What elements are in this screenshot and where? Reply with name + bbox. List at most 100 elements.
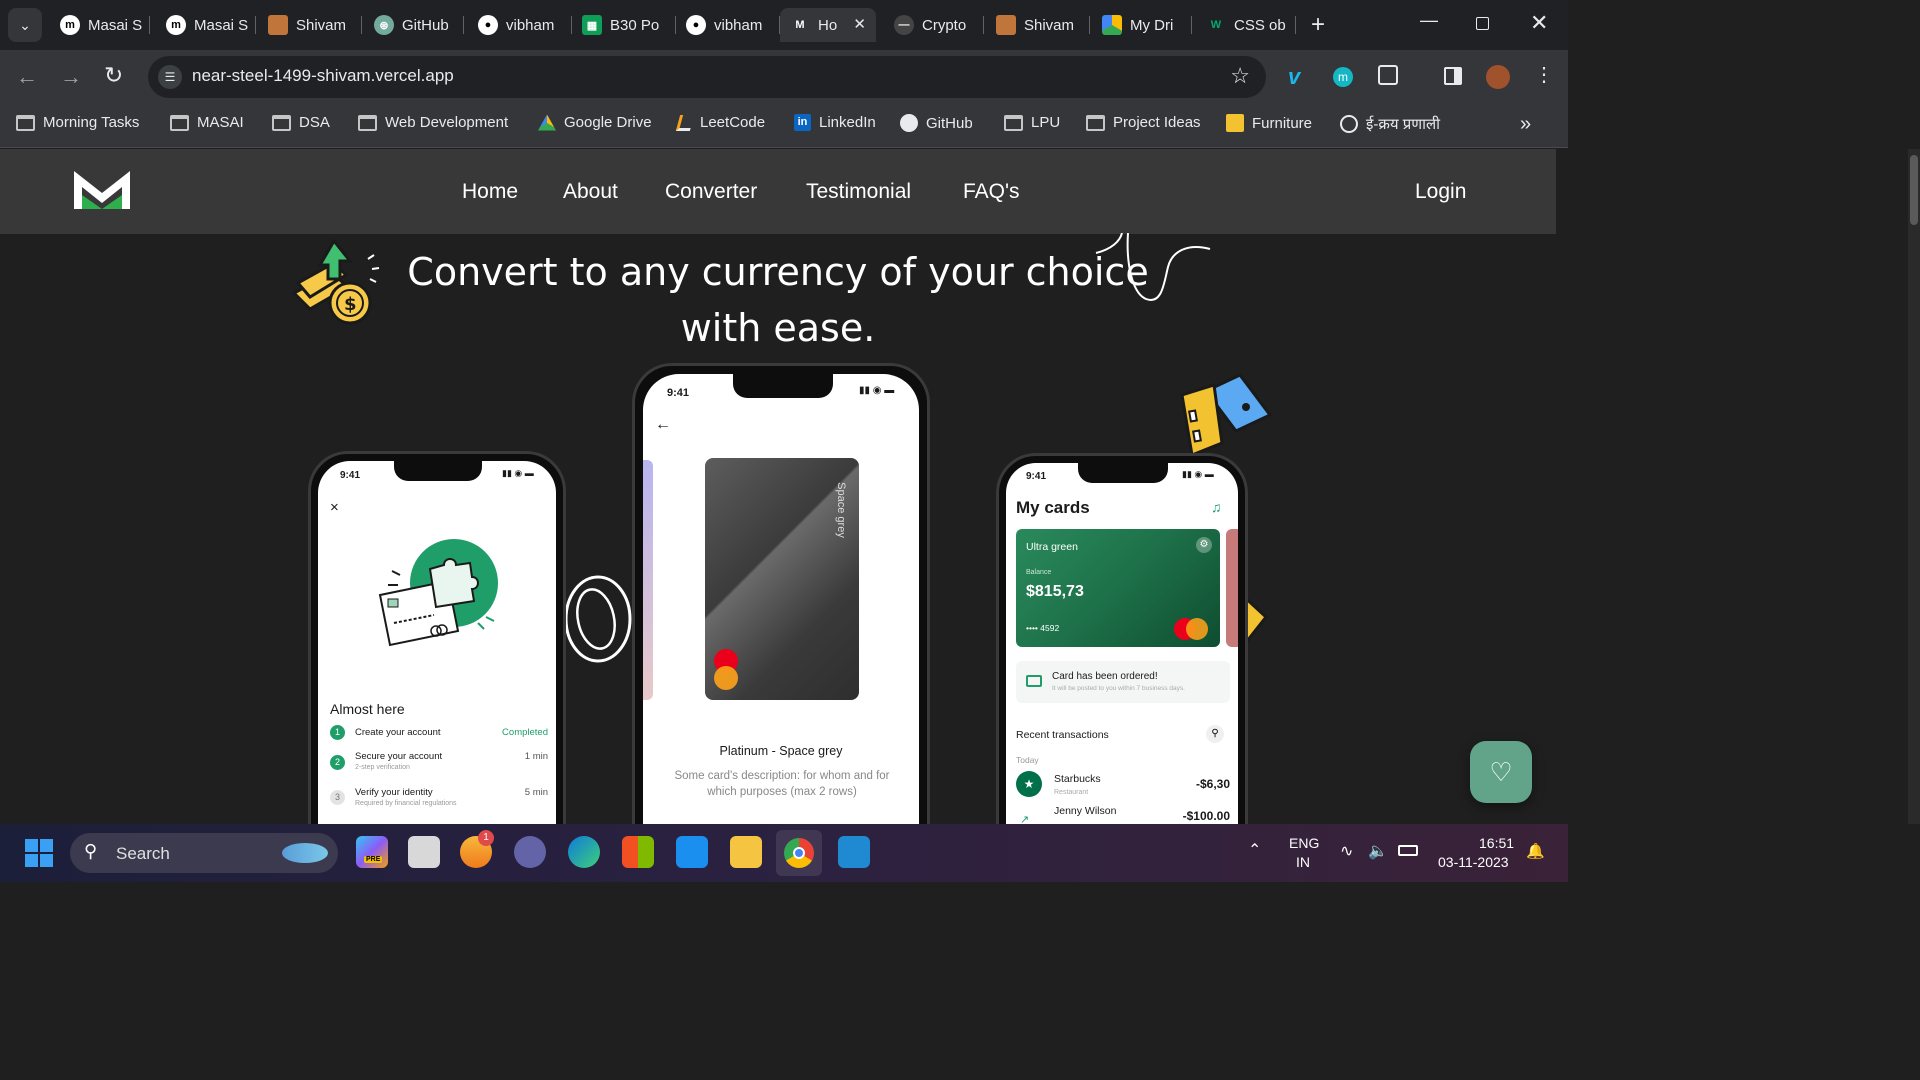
ultra-green-card[interactable]: Ultra green ⚙ Balance $815,73 •••• 4592 <box>1016 529 1220 647</box>
masai-extension-icon[interactable]: m <box>1333 67 1353 87</box>
scrollbar-thumb[interactable] <box>1910 155 1918 225</box>
bookmark-label: LeetCode <box>700 114 766 131</box>
chrome-icon[interactable] <box>776 830 822 876</box>
bookmark-label: Morning Tasks <box>43 114 140 131</box>
reload-button[interactable]: ↻ <box>104 62 123 89</box>
bookmark-leetcode[interactable]: LeetCode <box>675 114 766 131</box>
mail-icon[interactable] <box>676 836 708 868</box>
step-subtitle: 2-step verification <box>355 764 410 771</box>
tab-search-button[interactable]: ⌄ <box>8 8 42 42</box>
vscode-icon[interactable] <box>838 836 870 868</box>
edge-icon[interactable] <box>568 836 600 868</box>
recent-transactions-heading: Recent transactions <box>1016 729 1109 741</box>
tab-9[interactable]: Shivam <box>986 8 1090 42</box>
microsoft-store-icon[interactable] <box>622 836 654 868</box>
status-icons: ▮▮ ◉ ▬ <box>1182 469 1214 479</box>
minimize-button[interactable]: — <box>1420 10 1440 40</box>
step-row[interactable]: 2 Secure your account 2-step verificatio… <box>330 751 548 777</box>
transaction-row[interactable]: ↗ Jenny Wilson -$100.00 <box>1016 803 1230 824</box>
transaction-row[interactable]: ★ Starbucks Restaurant -$6,30 <box>1016 769 1230 799</box>
tab-title: B30 Po <box>610 16 660 34</box>
mastercard-icon <box>1174 618 1208 640</box>
space-grey-card[interactable]: Space grey <box>705 458 859 700</box>
tab-11[interactable]: W CSS ob <box>1196 8 1296 42</box>
order-notice[interactable]: Card has been ordered! It will be posted… <box>1016 661 1230 703</box>
settings-icon[interactable]: ⚙ <box>1196 537 1212 553</box>
back-arrow-icon[interactable]: ← <box>655 416 671 434</box>
bookmark-folder[interactable]: Project Ideas <box>1086 114 1201 131</box>
menu-icon[interactable]: ⋮ <box>1534 62 1554 87</box>
login-link[interactable]: Login <box>1415 180 1466 204</box>
tab-5[interactable]: ▦ B30 Po <box>572 8 676 42</box>
task-view-icon[interactable] <box>408 836 440 868</box>
tab-7[interactable]: M Ho ✕ <box>780 8 876 42</box>
tab-6[interactable]: ● vibham <box>676 8 780 42</box>
back-button[interactable]: ← <box>16 64 38 90</box>
address-bar[interactable]: ☰ near-steel-1499-shivam.vercel.app ☆ <box>148 56 1266 98</box>
side-panel-icon[interactable] <box>1444 67 1462 85</box>
widgets-icon[interactable]: 1 <box>460 830 494 868</box>
bookmark-folder[interactable]: Morning Tasks <box>16 114 139 131</box>
page-scrollbar[interactable] <box>1908 149 1920 824</box>
m-logo-icon[interactable] <box>72 167 132 211</box>
language-indicator[interactable]: ENG <box>1289 835 1319 851</box>
bookmark-star-icon[interactable]: ☆ <box>1230 63 1250 89</box>
nav-testimonial-link[interactable]: Testimonial <box>806 180 911 204</box>
bookmark-linkedin[interactable]: in LinkedIn <box>794 114 876 131</box>
tab-1[interactable]: m Masai S <box>156 8 256 42</box>
scribble-circle-decoration <box>564 575 632 663</box>
bookmark-folder[interactable]: DSA <box>272 114 330 131</box>
extensions-icon[interactable] <box>1378 65 1398 85</box>
forward-button[interactable]: → <box>60 64 82 90</box>
bookmark-furniture[interactable]: Furniture <box>1226 114 1312 132</box>
bookmark-emblem[interactable]: ई-क्रय प्रणाली <box>1340 114 1440 134</box>
bookmark-folder[interactable]: LPU <box>1004 114 1060 131</box>
clock-date[interactable]: 03-11-2023 <box>1438 854 1509 870</box>
tab-4[interactable]: ● vibham <box>468 8 572 42</box>
nav-home-link[interactable]: Home <box>462 180 518 204</box>
volume-icon[interactable]: 🔈 <box>1368 841 1388 861</box>
nav-faq-link[interactable]: FAQ's <box>963 180 1020 204</box>
new-tab-button[interactable]: + <box>1306 10 1330 40</box>
close-window-button[interactable]: ✕ <box>1530 10 1550 40</box>
dash-icon: — <box>894 15 914 35</box>
copilot-icon[interactable]: PRE <box>356 836 388 868</box>
card-description: Some card's description: for whom and fo… <box>674 770 890 798</box>
taskbar-search-box[interactable]: ⚲ Search <box>70 833 338 873</box>
battery-icon[interactable] <box>1398 845 1418 856</box>
chevron-up-icon[interactable]: ⌃ <box>1248 840 1261 860</box>
bookmark-github[interactable]: GitHub <box>900 114 973 132</box>
step-row[interactable]: 3 Verify your identity Required by finan… <box>330 787 548 813</box>
coins-arrow-illustration: $ <box>291 238 380 325</box>
bell-icon[interactable]: ♫ <box>1211 499 1222 515</box>
clock-time[interactable]: 16:51 <box>1479 835 1514 851</box>
nav-converter-link[interactable]: Converter <box>665 180 757 204</box>
nav-about-link[interactable]: About <box>563 180 618 204</box>
bookmark-folder[interactable]: Web Development <box>358 114 508 131</box>
tab-2[interactable]: Shivam <box>258 8 362 42</box>
file-explorer-icon[interactable] <box>730 836 762 868</box>
bookmark-folder[interactable]: MASAI <box>170 114 244 131</box>
wifi-icon[interactable]: ∿ <box>1340 841 1353 861</box>
step-status: 1 min <box>524 751 548 762</box>
notification-bell-icon[interactable]: 🔔 <box>1526 842 1545 860</box>
vimeo-extension-icon[interactable]: v <box>1288 64 1300 90</box>
restore-button[interactable] <box>1476 17 1489 30</box>
profile-avatar[interactable] <box>1486 65 1510 89</box>
close-icon[interactable]: × <box>330 499 339 516</box>
favorite-floating-button[interactable]: ♡ <box>1470 741 1532 803</box>
tab-8[interactable]: — Crypto <box>884 8 984 42</box>
tab-10[interactable]: My Dri <box>1092 8 1192 42</box>
search-icon[interactable]: ⚲ <box>1206 725 1224 743</box>
step-row[interactable]: 1 Create your account Completed <box>330 725 548 749</box>
status-icons: ▮▮ ◉ ▬ <box>502 468 534 478</box>
tab-0[interactable]: m Masai S <box>50 8 150 42</box>
tab-3[interactable]: ⊛ GitHub <box>364 8 464 42</box>
more-bookmarks-icon[interactable]: » <box>1520 113 1531 136</box>
site-info-icon[interactable]: ☰ <box>158 65 182 89</box>
windows-start-icon[interactable] <box>25 839 53 867</box>
bookmark-drive[interactable]: Google Drive <box>538 114 652 131</box>
close-tab-icon[interactable]: ✕ <box>853 15 866 33</box>
bookmark-label: Project Ideas <box>1113 114 1201 131</box>
teams-chat-icon[interactable] <box>514 836 546 868</box>
